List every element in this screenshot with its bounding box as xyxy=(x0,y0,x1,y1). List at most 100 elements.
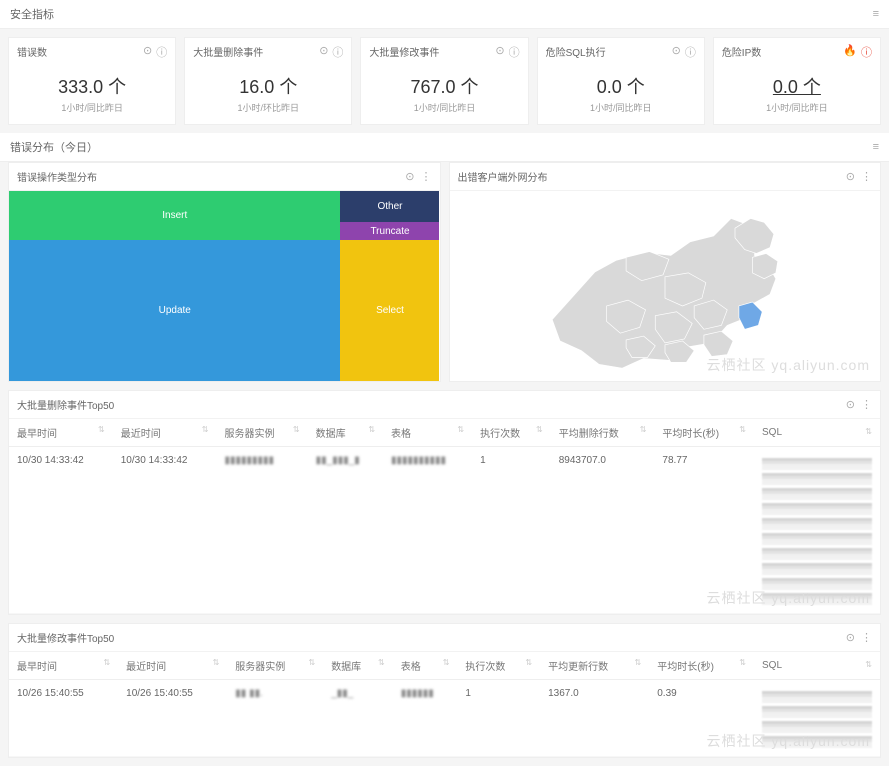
kpi-sub: 1小时/环比昨日 xyxy=(193,101,343,114)
cell-table: ▮▮▮▮▮▮▮▮▮▮ xyxy=(383,447,472,614)
kpi-value: 16.0 个 xyxy=(193,73,343,99)
cell-dur: 78.77 xyxy=(654,447,754,614)
kpi-row: 错误数 ⊙ⓘ 333.0 个 1小时/同比昨日 大批量删除事件 ⊙ⓘ 16.0 … xyxy=(0,29,889,133)
sort-icon[interactable]: ⇅ xyxy=(202,425,209,434)
table1-header-row: 最早时间⇅ 最近时间⇅ 服务器实例⇅ 数据库⇅ 表格⇅ 执行次数⇅ 平均删除行数… xyxy=(9,419,880,447)
kpi-value: 0.0 个 xyxy=(722,73,872,99)
cell-exec: 1 xyxy=(472,447,551,614)
kpi-value: 0.0 个 xyxy=(546,73,696,99)
info-icon[interactable]: ⓘ xyxy=(685,44,696,60)
sort-icon[interactable]: ⇅ xyxy=(308,658,315,667)
more-icon[interactable]: ⋮ xyxy=(861,631,872,644)
bulk-delete-table: 大批量删除事件Top50 ⊙ ⋮ 最早时间⇅ 最近时间⇅ 服务器实例⇅ 数据库⇅ … xyxy=(8,390,881,615)
more-icon[interactable]: ⋮ xyxy=(861,170,872,183)
treemap-cell-select[interactable]: Select xyxy=(340,240,439,381)
sort-icon[interactable]: ⇅ xyxy=(368,425,375,434)
sort-icon[interactable]: ⇅ xyxy=(525,658,532,667)
treemap-chart[interactable]: Insert Other Truncate Update Select xyxy=(9,191,440,381)
table1-title: 大批量删除事件Top50 xyxy=(17,397,114,412)
sql-blur xyxy=(762,455,872,605)
cell-db: _▮▮_ xyxy=(323,680,393,757)
security-metrics-title: 安全指标 xyxy=(10,6,54,22)
search-icon[interactable]: ⊙ xyxy=(495,44,504,60)
cell-dur: 0.39 xyxy=(649,680,754,757)
treemap-cell-truncate[interactable]: Truncate xyxy=(340,222,439,241)
cell-exec: 1 xyxy=(457,680,540,757)
treemap-cell-other[interactable]: Other xyxy=(340,191,439,222)
cell-earliest: 10/30 14:33:42 xyxy=(9,447,113,614)
sort-icon[interactable]: ⇅ xyxy=(457,425,464,434)
cell-server: ▮▮ ▮▮. xyxy=(227,680,323,757)
treemap-title: 错误操作类型分布 xyxy=(17,169,97,184)
sort-icon[interactable]: ⇅ xyxy=(378,658,385,667)
search-icon[interactable]: ⊙ xyxy=(846,631,855,644)
fire-icon[interactable]: 🔥 xyxy=(843,44,857,60)
sort-icon[interactable]: ⇅ xyxy=(865,660,872,669)
info-icon[interactable]: ⓘ xyxy=(509,44,520,60)
sort-icon[interactable]: ⇅ xyxy=(213,658,220,667)
kpi-sub: 1小时/同比昨日 xyxy=(369,101,519,114)
info-icon[interactable]: ⓘ xyxy=(861,44,872,60)
sort-icon[interactable]: ⇅ xyxy=(536,425,543,434)
header-icons: ≡ xyxy=(873,8,879,20)
collapse-icon[interactable]: ≡ xyxy=(873,8,879,20)
search-icon[interactable]: ⊙ xyxy=(672,44,681,60)
table-row[interactable]: 10/26 15:40:55 10/26 15:40:55 ▮▮ ▮▮. _▮▮… xyxy=(9,680,880,757)
more-icon[interactable]: ⋮ xyxy=(861,398,872,411)
col-exec: 执行次数⇅ xyxy=(472,419,551,447)
sort-icon[interactable]: ⇅ xyxy=(293,425,300,434)
kpi-value: 767.0 个 xyxy=(369,73,519,99)
kpi-card-errors[interactable]: 错误数 ⊙ⓘ 333.0 个 1小时/同比昨日 xyxy=(8,37,176,125)
sort-icon[interactable]: ⇅ xyxy=(739,425,746,434)
cell-latest: 10/30 14:33:42 xyxy=(113,447,217,614)
china-map[interactable]: 云栖社区 yq.aliyun.com xyxy=(450,191,881,381)
col-dur: 平均时长(秒)⇅ xyxy=(654,419,754,447)
kpi-card-bulk-delete[interactable]: 大批量删除事件 ⊙ⓘ 16.0 个 1小时/环比昨日 xyxy=(184,37,352,125)
cell-rows: 8943707.0 xyxy=(551,447,655,614)
search-icon[interactable]: ⊙ xyxy=(319,44,328,60)
sort-icon[interactable]: ⇅ xyxy=(98,425,105,434)
kpi-card-danger-ip[interactable]: 危险IP数 🔥ⓘ 0.0 个 1小时/同比昨日 xyxy=(713,37,881,125)
sort-icon[interactable]: ⇅ xyxy=(103,658,110,667)
sql-blur xyxy=(762,688,872,748)
table-row[interactable]: 10/30 14:33:42 10/30 14:33:42 ▮▮▮▮▮▮▮▮▮ … xyxy=(9,447,880,614)
sort-icon[interactable]: ⇅ xyxy=(635,658,642,667)
security-metrics-header: 安全指标 ≡ xyxy=(0,0,889,29)
kpi-card-bulk-update[interactable]: 大批量修改事件 ⊙ⓘ 767.0 个 1小时/同比昨日 xyxy=(360,37,528,125)
col-latest: 最近时间⇅ xyxy=(113,419,217,447)
col-server: 服务器实例⇅ xyxy=(216,419,307,447)
collapse-icon[interactable]: ≡ xyxy=(873,141,879,153)
table2-header-row: 最早时间⇅ 最近时间⇅ 服务器实例⇅ 数据库⇅ 表格⇅ 执行次数⇅ 平均更新行数… xyxy=(9,652,880,680)
cell-server: ▮▮▮▮▮▮▮▮▮ xyxy=(216,447,307,614)
sort-icon[interactable]: ⇅ xyxy=(443,658,450,667)
kpi-card-danger-sql[interactable]: 危险SQL执行 ⊙ⓘ 0.0 个 1小时/同比昨日 xyxy=(537,37,705,125)
cell-sql xyxy=(754,680,880,757)
cell-rows: 1367.0 xyxy=(540,680,649,757)
kpi-sub: 1小时/同比昨日 xyxy=(17,101,167,114)
map-card: 出错客户端外网分布 ⊙⋮ 云栖社区 yq.aliyun.com xyxy=(449,162,882,382)
cell-table: ▮▮▮▮▮▮ xyxy=(393,680,458,757)
search-icon[interactable]: ⊙ xyxy=(143,44,152,60)
treemap-cell-insert[interactable]: Insert xyxy=(9,191,340,240)
bulk-update-table: 大批量修改事件Top50 ⊙ ⋮ 最早时间⇅ 最近时间⇅ 服务器实例⇅ 数据库⇅ … xyxy=(8,623,881,758)
col-table: 表格⇅ xyxy=(383,419,472,447)
search-icon[interactable]: ⊙ xyxy=(846,170,855,183)
info-icon[interactable]: ⓘ xyxy=(332,44,343,60)
search-icon[interactable]: ⊙ xyxy=(846,398,855,411)
cell-db: ▮▮_▮▮▮_▮ xyxy=(308,447,383,614)
more-icon[interactable]: ⋮ xyxy=(421,170,432,183)
col-sql: SQL⇅ xyxy=(754,419,880,447)
col-rows: 平均删除行数⇅ xyxy=(551,419,655,447)
treemap-cell-update[interactable]: Update xyxy=(9,240,340,381)
kpi-value: 333.0 个 xyxy=(17,73,167,99)
search-icon[interactable]: ⊙ xyxy=(405,170,414,183)
table2-title: 大批量修改事件Top50 xyxy=(17,630,114,645)
info-icon[interactable]: ⓘ xyxy=(156,44,167,60)
sort-icon[interactable]: ⇅ xyxy=(739,658,746,667)
sort-icon[interactable]: ⇅ xyxy=(640,425,647,434)
kpi-sub: 1小时/同比昨日 xyxy=(546,101,696,114)
cell-sql xyxy=(754,447,880,614)
col-db: 数据库⇅ xyxy=(308,419,383,447)
sort-icon[interactable]: ⇅ xyxy=(865,427,872,436)
cell-earliest: 10/26 15:40:55 xyxy=(9,680,118,757)
